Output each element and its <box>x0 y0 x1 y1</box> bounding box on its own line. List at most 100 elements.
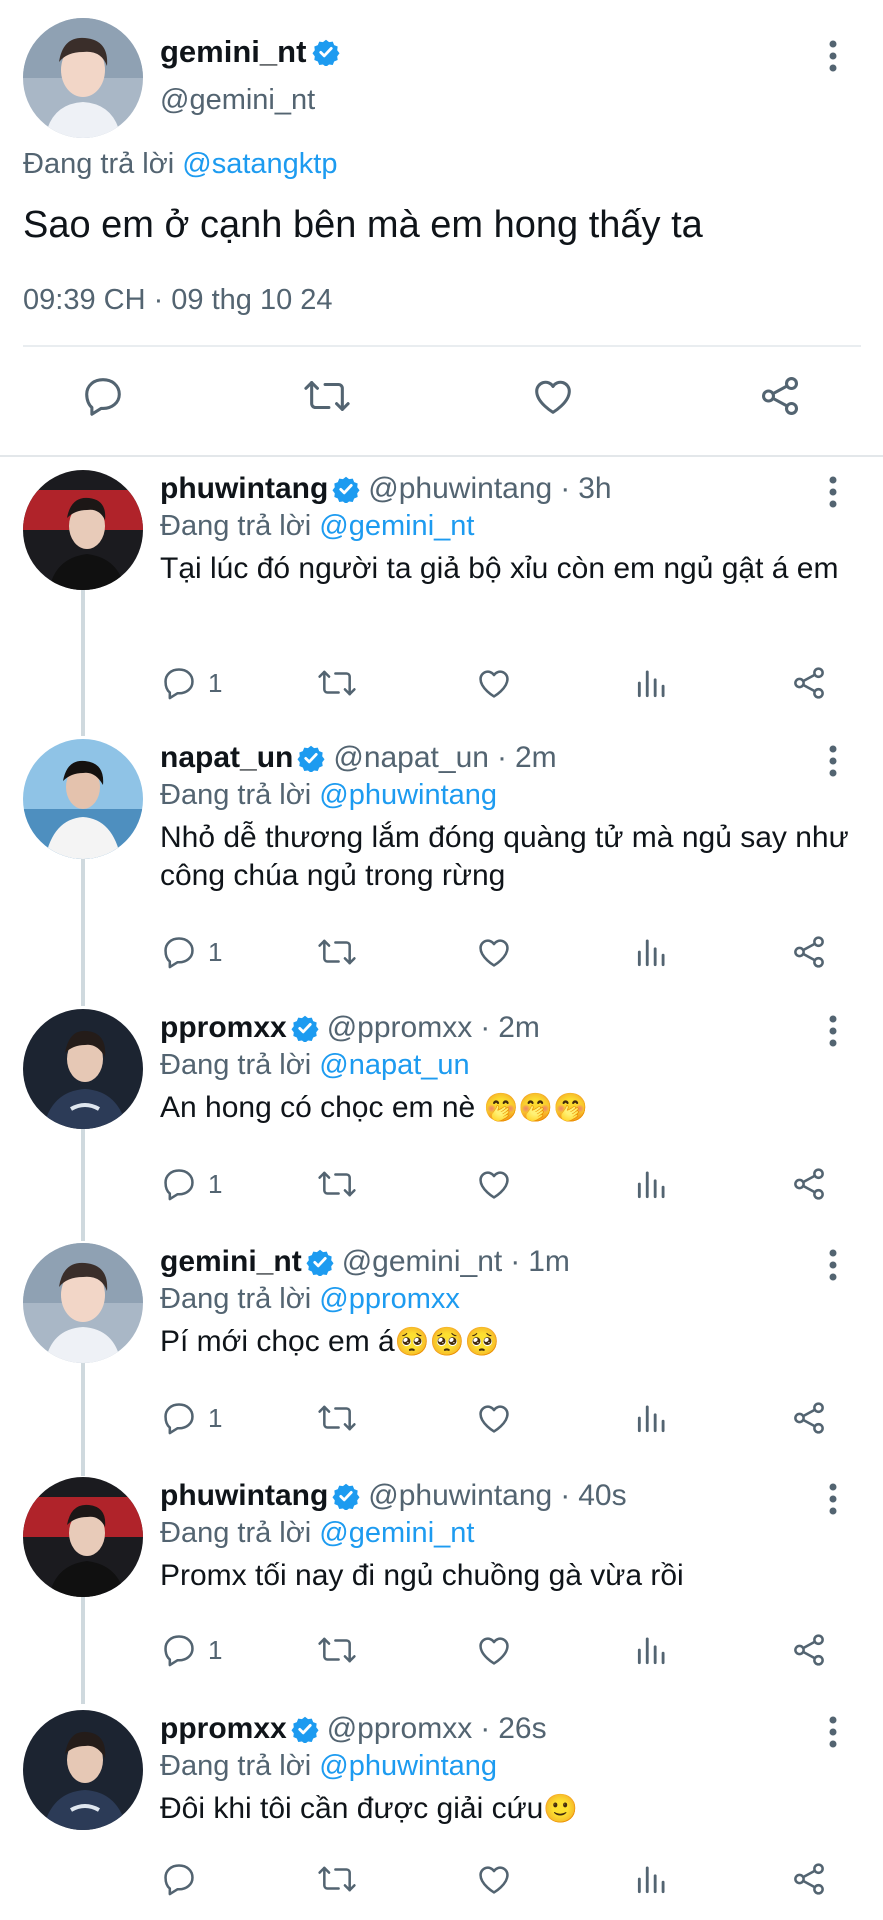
views-button[interactable] <box>633 1860 671 1898</box>
avatar[interactable] <box>23 1243 143 1363</box>
retweet-button[interactable] <box>316 1165 358 1203</box>
reply-button[interactable]: 1 <box>160 1165 222 1203</box>
display-name-row[interactable]: gemini_nt <box>160 34 340 70</box>
display-name[interactable]: napat_un <box>160 741 293 775</box>
retweet-button[interactable] <box>316 933 358 971</box>
more-options-icon[interactable] <box>818 38 848 74</box>
reply-button[interactable] <box>160 1860 208 1898</box>
reply-time[interactable]: 2m <box>515 741 557 775</box>
like-button[interactable] <box>475 1631 513 1669</box>
share-button[interactable] <box>790 1165 828 1203</box>
display-name[interactable]: phuwintang <box>160 1479 328 1513</box>
reply-mention-link[interactable]: @napat_un <box>319 1049 469 1081</box>
user-handle[interactable]: @gemini_nt <box>160 84 315 117</box>
user-handle[interactable]: @phuwintang <box>368 1479 552 1513</box>
reply-button[interactable]: 1 <box>160 933 222 971</box>
retweet-button[interactable] <box>316 1631 358 1669</box>
reply-mention-link[interactable]: @gemini_nt <box>319 510 474 542</box>
user-handle[interactable]: @ppromxx <box>327 1011 473 1045</box>
reply-icon <box>164 1403 194 1435</box>
views-button[interactable] <box>633 1631 671 1669</box>
reply-icon <box>164 1864 194 1896</box>
share-button[interactable] <box>790 664 828 702</box>
reply-button[interactable] <box>80 373 126 419</box>
share-button[interactable] <box>790 933 828 971</box>
reply-mention-link[interactable]: @phuwintang <box>319 779 497 811</box>
views-button[interactable] <box>633 933 671 971</box>
more-options-icon[interactable] <box>818 1714 848 1750</box>
reply-button[interactable]: 1 <box>160 664 222 702</box>
separator-dot: · <box>560 472 571 505</box>
reply-mention-link[interactable]: @satangktp <box>182 148 337 180</box>
like-button[interactable] <box>530 373 576 419</box>
reply-button[interactable]: 1 <box>160 1631 222 1669</box>
display-name[interactable]: ppromxx <box>160 1011 287 1045</box>
more-options-icon[interactable] <box>818 1247 848 1283</box>
user-handle[interactable]: @gemini_nt <box>342 1245 503 1279</box>
reply-time[interactable]: 26s <box>498 1712 546 1746</box>
views-button[interactable] <box>633 1399 671 1437</box>
verified-badge-icon <box>306 1249 334 1276</box>
avatar[interactable] <box>23 1009 143 1129</box>
avatar[interactable] <box>23 1710 143 1830</box>
retweet-button[interactable] <box>316 1860 358 1898</box>
retweet-button[interactable] <box>316 664 358 702</box>
display-name[interactable]: ppromxx <box>160 1712 287 1746</box>
reply-button[interactable]: 1 <box>160 1399 222 1437</box>
retweet-button[interactable] <box>316 1399 358 1437</box>
like-button[interactable] <box>475 664 513 702</box>
reply-time[interactable]: 2m <box>498 1011 540 1045</box>
reply-tweet[interactable]: phuwintang @phuwintang · 3h Đang trả lời… <box>0 458 883 728</box>
reply-actions: 1 <box>0 1631 883 1671</box>
divider <box>23 345 861 347</box>
reply-actions: 1 <box>0 1165 883 1205</box>
reply-mention-link[interactable]: @gemini_nt <box>319 1517 474 1549</box>
reply-header: phuwintang @phuwintang · 3h <box>160 472 612 506</box>
reply-tweet[interactable]: gemini_nt @gemini_nt · 1m Đang trả lời @… <box>0 1231 883 1463</box>
more-options-icon[interactable] <box>818 1481 848 1517</box>
avatar[interactable] <box>23 1477 143 1597</box>
display-name[interactable]: phuwintang <box>160 472 328 506</box>
reply-tweet[interactable]: ppromxx @ppromxx · 2m Đang trả lời @napa… <box>0 997 883 1229</box>
display-name[interactable]: gemini_nt <box>160 34 306 70</box>
retweet-icon <box>318 1866 356 1892</box>
reply-time[interactable]: 40s <box>578 1479 626 1513</box>
reply-icon <box>164 1635 194 1667</box>
like-button[interactable] <box>475 1860 513 1898</box>
more-options-icon[interactable] <box>818 1013 848 1049</box>
user-handle[interactable]: @phuwintang <box>368 472 552 506</box>
views-button[interactable] <box>633 664 671 702</box>
retweet-button[interactable] <box>302 373 352 419</box>
reply-tweet[interactable]: napat_un @napat_un · 2m Đang trả lời @ph… <box>0 727 883 997</box>
like-button[interactable] <box>475 933 513 971</box>
views-icon <box>637 939 665 967</box>
more-options-icon[interactable] <box>818 743 848 779</box>
reply-mention-link[interactable]: @phuwintang <box>319 1750 497 1782</box>
avatar[interactable] <box>23 470 143 590</box>
reply-prefix: Đang trả lời <box>160 1517 312 1549</box>
tweet-timestamp[interactable]: 09:39 CH · 09 thg 10 24 <box>23 284 333 317</box>
like-button[interactable] <box>475 1165 513 1203</box>
like-button[interactable] <box>475 1399 513 1437</box>
reply-tweet[interactable]: phuwintang @phuwintang · 40s Đang trả lờ… <box>0 1465 883 1697</box>
user-handle[interactable]: @napat_un <box>333 741 489 775</box>
like-icon <box>479 1405 509 1433</box>
share-button[interactable] <box>790 1631 828 1669</box>
share-button[interactable] <box>790 1860 828 1898</box>
views-icon <box>637 1171 665 1199</box>
share-button[interactable] <box>757 373 803 419</box>
more-options-icon[interactable] <box>818 474 848 510</box>
reply-time[interactable]: 3h <box>578 472 611 506</box>
avatar[interactable] <box>23 739 143 859</box>
reply-text-content: Pí mới chọc em á <box>160 1325 395 1358</box>
reply-time[interactable]: 1m <box>528 1245 570 1279</box>
share-button[interactable] <box>790 1399 828 1437</box>
display-name[interactable]: gemini_nt <box>160 1245 302 1279</box>
views-button[interactable] <box>633 1165 671 1203</box>
user-handle[interactable]: @ppromxx <box>327 1712 473 1746</box>
avatar[interactable] <box>23 18 143 138</box>
tweet-text: Sao em ở cạnh bên mà em hong thấy ta <box>23 204 703 246</box>
reply-prefix: Đang trả lời <box>160 1750 312 1782</box>
reply-mention-link[interactable]: @ppromxx <box>319 1283 460 1315</box>
reply-tweet[interactable]: ppromxx @ppromxx · 26s Đang trả lời @phu… <box>0 1698 883 1920</box>
